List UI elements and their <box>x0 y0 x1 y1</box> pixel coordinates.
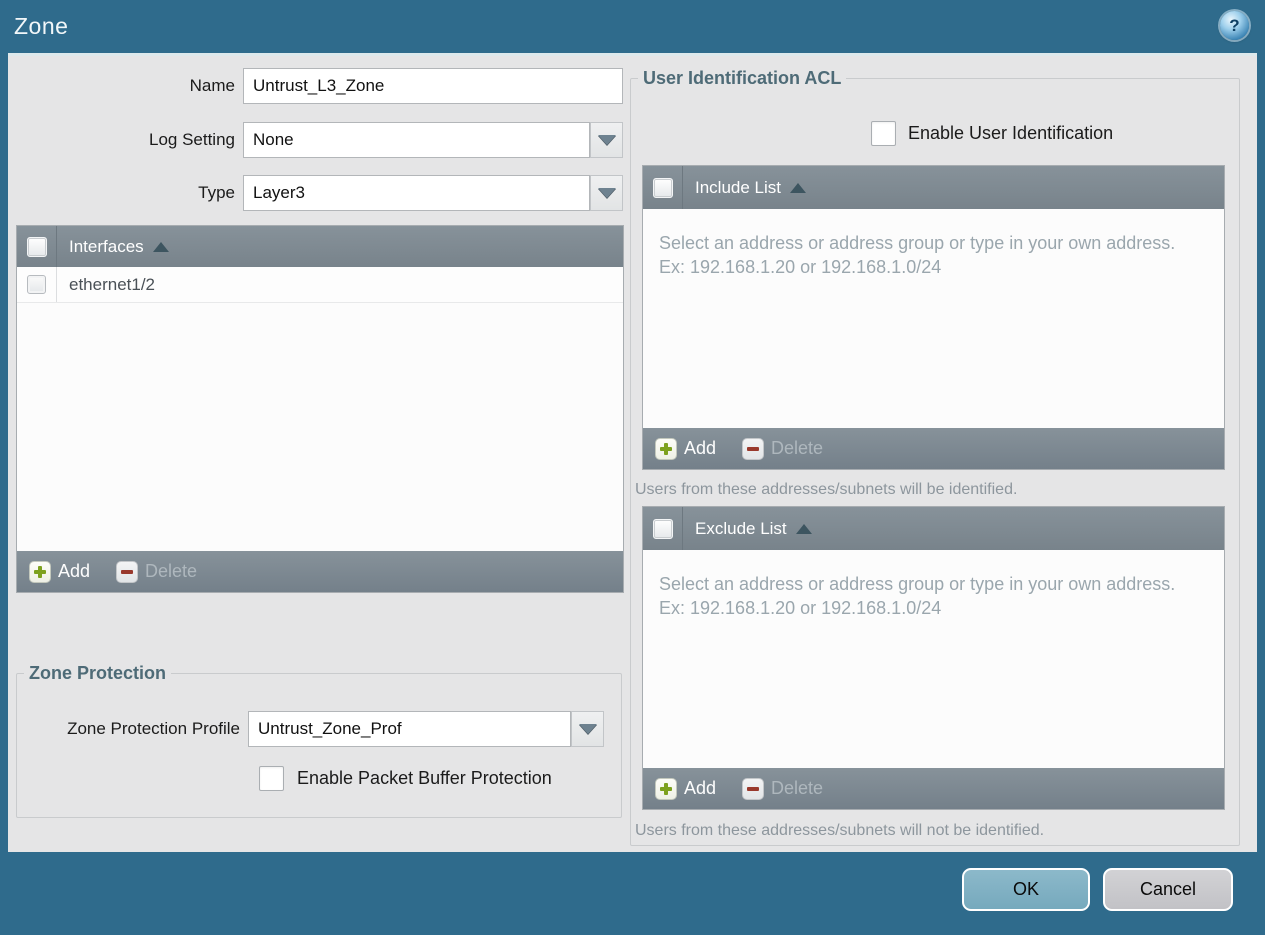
dialog-titlebar: Zone ? <box>0 0 1265 53</box>
exclude-add-button[interactable]: Add <box>655 777 717 800</box>
chevron-down-icon <box>597 188 616 198</box>
help-icon[interactable]: ? <box>1220 11 1249 40</box>
interfaces-grid-body: ethernet1/2 <box>17 267 623 551</box>
add-icon <box>29 560 51 583</box>
include-select-all-cell <box>643 166 683 209</box>
interfaces-grid-header[interactable]: Interfaces <box>17 226 623 267</box>
name-row: Name <box>8 68 623 104</box>
interfaces-select-all-cell <box>17 226 57 267</box>
chevron-down-icon <box>578 724 597 734</box>
delete-icon <box>742 777 765 800</box>
zone-protection-legend: Zone Protection <box>29 663 167 683</box>
include-add-label: Add <box>684 438 717 458</box>
interfaces-header-label: Interfaces <box>69 236 144 256</box>
zone-protection-fieldset: Zone Protection Zone Protection Profile … <box>16 663 622 818</box>
dialog-body: Name Log Setting Type Interfaces <box>8 53 1257 852</box>
type-dropdown[interactable] <box>243 175 623 211</box>
include-list-body[interactable]: Select an address or address group or ty… <box>643 209 1224 428</box>
interfaces-row-label: ethernet1/2 <box>69 274 156 294</box>
exclude-select-all-checkbox[interactable] <box>652 518 673 539</box>
include-select-all-checkbox[interactable] <box>652 177 673 198</box>
zone-protection-profile-label: Zone Protection Profile <box>67 719 240 738</box>
cancel-button[interactable]: Cancel <box>1103 868 1233 911</box>
ok-button[interactable]: OK <box>962 868 1090 911</box>
include-list-grid: Include List Select an address or addres… <box>642 165 1225 470</box>
enable-user-id-checkbox[interactable] <box>871 121 896 146</box>
interfaces-row-checkbox[interactable] <box>27 275 46 294</box>
zone-protection-profile-row: Zone Protection Profile <box>17 711 604 747</box>
type-label: Type <box>198 183 235 202</box>
include-list-caption: Users from these addresses/subnets will … <box>635 481 1018 498</box>
delete-icon <box>116 560 139 583</box>
include-list-header[interactable]: Include List <box>643 166 1224 209</box>
type-value[interactable] <box>243 175 590 211</box>
name-label: Name <box>189 76 235 95</box>
packet-buffer-label: Enable Packet Buffer Protection <box>297 768 552 788</box>
exclude-select-all-cell <box>643 507 683 550</box>
include-list-footer: Add Delete <box>643 428 1224 469</box>
interfaces-grid: Interfaces ethernet1/2 Add Delete <box>16 225 624 593</box>
include-add-button[interactable]: Add <box>655 437 717 460</box>
interfaces-row-checkbox-cell <box>17 267 57 302</box>
zone-protection-profile-trigger[interactable] <box>571 711 604 747</box>
page-background: { "window": { "title": "Zone", "help_ico… <box>0 0 1265 935</box>
log-setting-dropdown[interactable] <box>243 122 623 158</box>
log-setting-dropdown-trigger[interactable] <box>590 122 623 158</box>
interfaces-grid-footer: Add Delete <box>17 551 623 592</box>
type-row: Type <box>8 175 623 211</box>
delete-icon <box>742 437 765 460</box>
interfaces-delete-label: Delete <box>145 561 198 581</box>
exclude-list-body[interactable]: Select an address or address group or ty… <box>643 550 1224 768</box>
zone-protection-profile-dropdown[interactable] <box>248 711 604 747</box>
sort-asc-icon <box>790 182 806 193</box>
exclude-list-header-label: Exclude List <box>695 518 787 538</box>
log-setting-label: Log Setting <box>148 130 235 149</box>
name-input[interactable] <box>243 68 623 104</box>
interfaces-row[interactable]: ethernet1/2 <box>17 267 623 303</box>
interfaces-delete-button[interactable]: Delete <box>116 560 198 583</box>
interfaces-select-all-checkbox[interactable] <box>26 236 47 257</box>
include-list-header-label: Include List <box>695 177 781 197</box>
exclude-list-placeholder: Select an address or address group or ty… <box>659 574 1176 619</box>
packet-buffer-row: Enable Packet Buffer Protection <box>259 766 552 791</box>
add-icon <box>655 777 677 800</box>
type-dropdown-trigger[interactable] <box>590 175 623 211</box>
interfaces-add-button[interactable]: Add <box>29 560 91 583</box>
exclude-list-grid: Exclude List Select an address or addres… <box>642 506 1225 810</box>
enable-user-id-row: Enable User Identification <box>871 121 1113 146</box>
sort-asc-icon <box>152 241 169 252</box>
log-setting-row: Log Setting <box>8 122 623 158</box>
add-icon <box>655 437 677 460</box>
zone-protection-profile-value[interactable] <box>248 711 571 747</box>
exclude-delete-label: Delete <box>771 778 824 798</box>
enable-user-id-label: Enable User Identification <box>908 123 1114 143</box>
interfaces-add-label: Add <box>58 561 91 581</box>
exclude-list-caption: Users from these addresses/subnets will … <box>635 822 1045 839</box>
include-delete-label: Delete <box>771 438 824 458</box>
user-id-acl-legend: User Identification ACL <box>643 68 842 88</box>
exclude-list-footer: Add Delete <box>643 768 1224 809</box>
dialog-title: Zone <box>14 13 69 39</box>
include-list-placeholder: Select an address or address group or ty… <box>659 233 1176 278</box>
sort-asc-icon <box>795 523 812 534</box>
exclude-list-header[interactable]: Exclude List <box>643 507 1224 550</box>
packet-buffer-checkbox[interactable] <box>259 766 284 791</box>
chevron-down-icon <box>597 135 616 145</box>
user-id-acl-fieldset: User Identification ACL Enable User Iden… <box>630 68 1240 846</box>
include-delete-button[interactable]: Delete <box>742 437 824 460</box>
exclude-add-label: Add <box>684 778 717 798</box>
log-setting-value[interactable] <box>243 122 590 158</box>
exclude-delete-button[interactable]: Delete <box>742 777 824 800</box>
